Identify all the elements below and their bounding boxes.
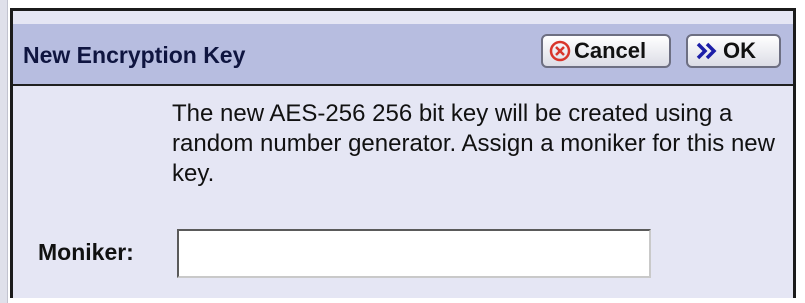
cancel-button-label: Cancel — [574, 38, 647, 63]
ok-button-label: OK — [723, 38, 756, 63]
ok-button[interactable]: OK — [686, 34, 781, 68]
dialog-description: The new AES-256 256 bit key will be crea… — [172, 100, 775, 187]
dialog-title: New Encryption Key — [23, 42, 246, 68]
window-edge — [0, 0, 8, 303]
double-chevron-right-icon — [694, 40, 720, 62]
cancel-button[interactable]: Cancel — [541, 34, 671, 68]
moniker-label: Moniker: — [38, 239, 134, 265]
new-encryption-key-dialog: New Encryption Key Cancel OK The new AES… — [10, 8, 796, 298]
cancel-circle-x-icon — [549, 40, 571, 62]
dialog-title-bar: New Encryption Key Cancel OK — [13, 24, 793, 86]
moniker-input[interactable] — [177, 229, 651, 278]
